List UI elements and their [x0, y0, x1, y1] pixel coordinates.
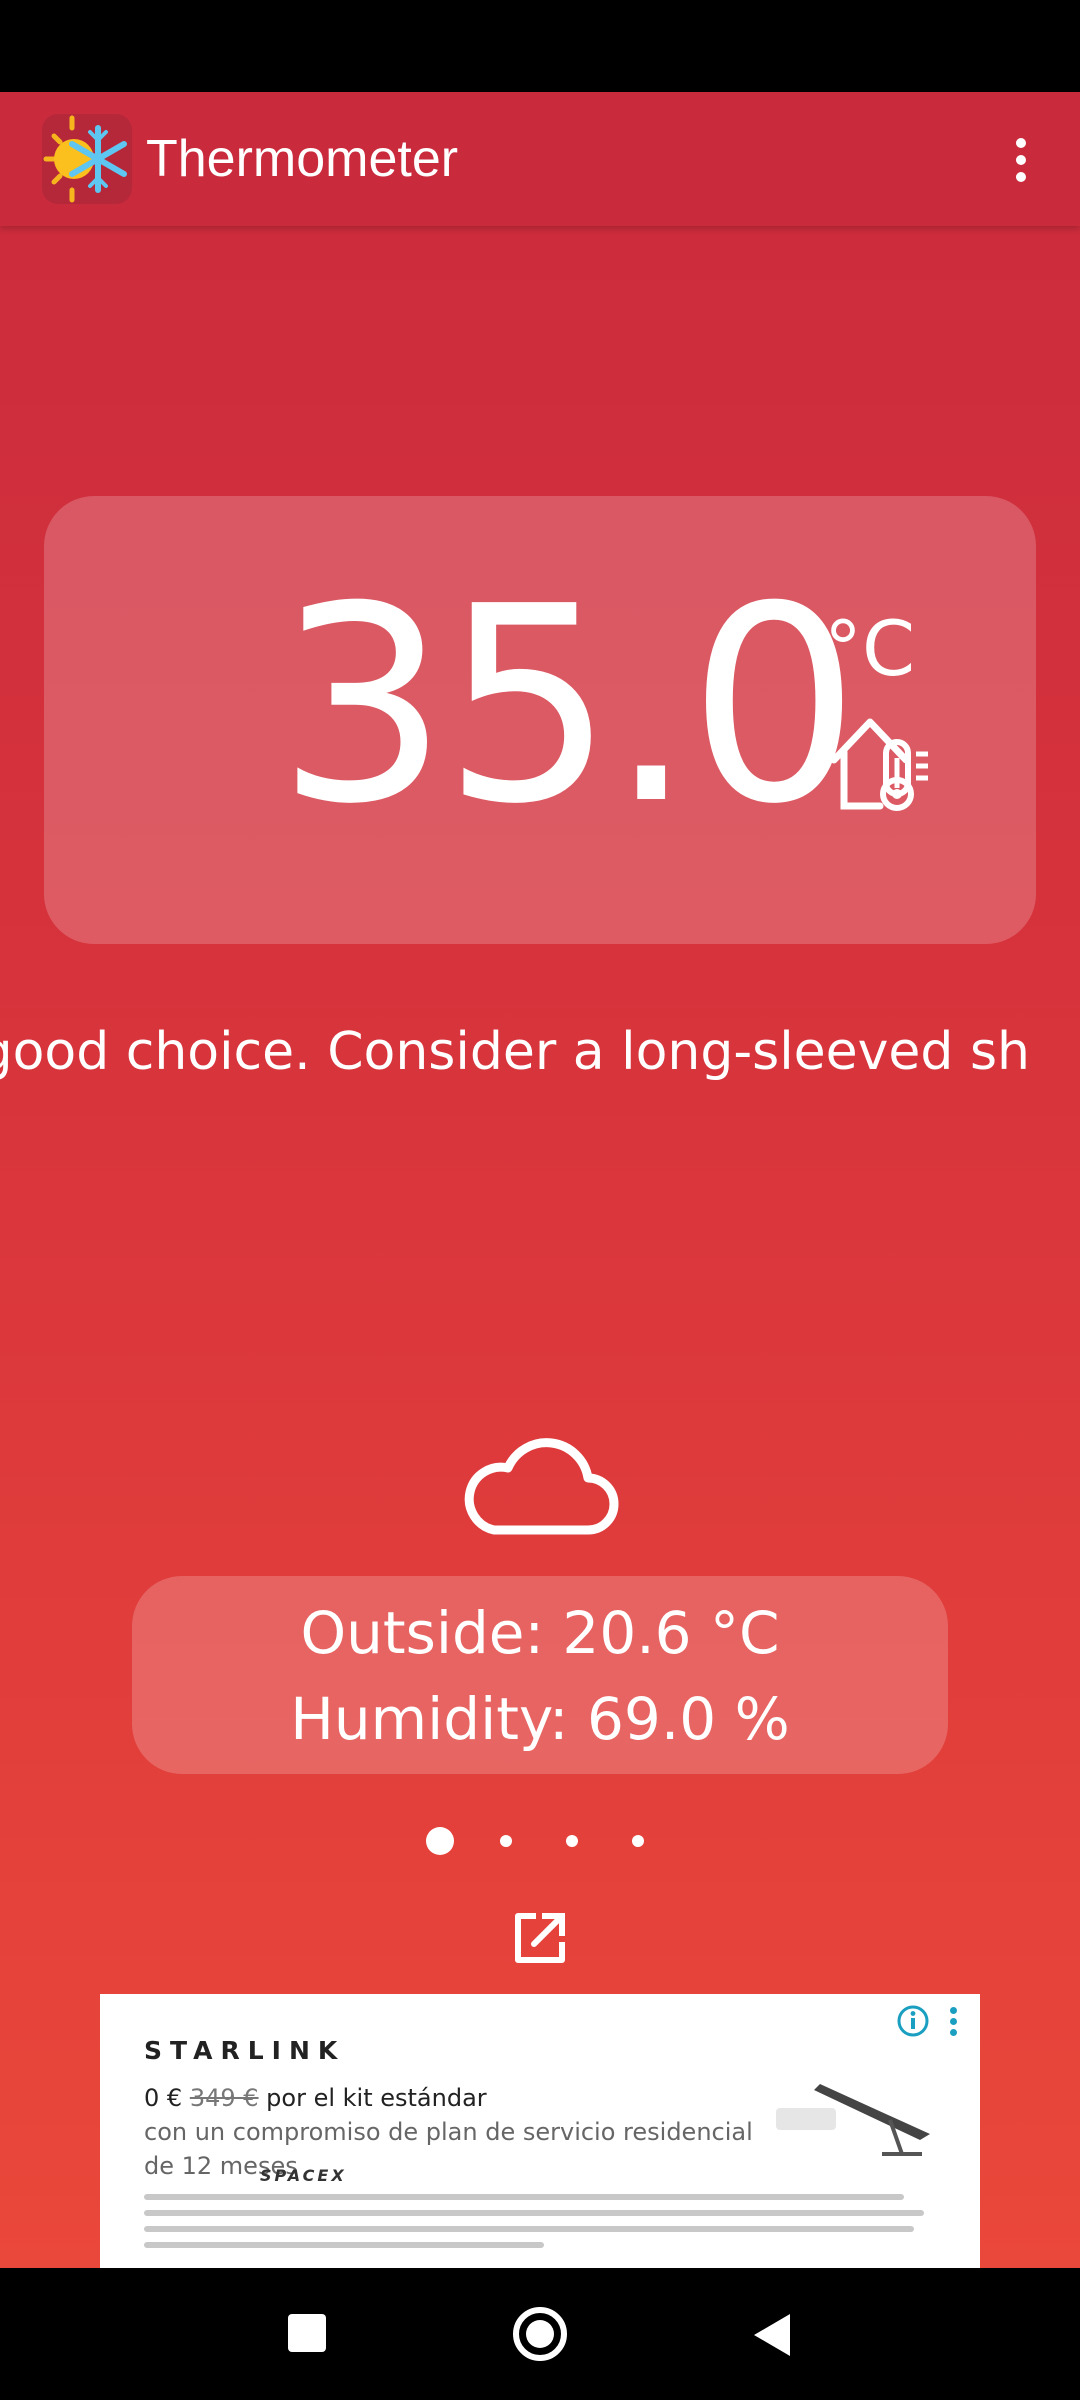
ad-brand: STARLINK — [144, 2036, 346, 2065]
page-dot[interactable] — [500, 1835, 512, 1847]
advice-text: good choice. Consider a long-sleeved sh — [0, 1022, 1030, 1082]
temperature-unit: °C — [824, 604, 916, 693]
status-bar — [0, 0, 1080, 92]
outside-weather-card[interactable]: Outside: 20.6 °C Humidity: 69.0 % — [132, 1576, 948, 1774]
starlink-dish-image — [776, 2084, 930, 2156]
clothing-advice-ticker: good choice. Consider a long-sleeved sh — [0, 1012, 1080, 1092]
app-bar: Thermometer — [0, 92, 1080, 226]
indoor-temperature-card[interactable]: 35.0 °C — [44, 496, 1036, 944]
outside-humidity: Humidity: 69.0 % — [290, 1685, 790, 1753]
ad-banner[interactable]: STARLINK 0 € 349 € por el kit estándar c… — [100, 1994, 980, 2268]
page-dot[interactable] — [566, 1835, 578, 1847]
app-title: Thermometer — [146, 130, 459, 188]
ad-price-old: 349 € — [189, 2084, 259, 2112]
home-icon[interactable] — [512, 2306, 568, 2362]
recent-apps-icon[interactable] — [288, 2314, 326, 2352]
house-thermometer-icon — [830, 718, 928, 811]
spacex-logo: SPACEX — [260, 2166, 347, 2185]
info-icon[interactable] — [896, 2004, 930, 2038]
outside-temperature: Outside: 20.6 °C — [300, 1599, 780, 1667]
ad-fine-print — [144, 2190, 944, 2260]
ad-price-suffix: por el kit estándar — [266, 2084, 487, 2112]
more-vertical-icon — [1016, 138, 1026, 148]
page-dot[interactable] — [632, 1835, 644, 1847]
ad-price: 0 € 349 € por el kit estándar — [144, 2084, 487, 2112]
page-dot-active[interactable] — [426, 1827, 454, 1855]
ad-price-new: 0 € — [144, 2084, 183, 2112]
cloud-icon — [464, 1438, 619, 1535]
indoor-temperature-value: 35.0 — [276, 548, 860, 863]
system-navigation-bar — [0, 2268, 1080, 2400]
ad-subtitle: con un compromiso de plan de servicio re… — [144, 2118, 753, 2146]
open-in-new-icon[interactable] — [512, 1910, 568, 1966]
menu-dot — [1016, 172, 1026, 182]
menu-dot — [1016, 155, 1026, 165]
overflow-menu-button[interactable] — [990, 120, 1050, 200]
back-icon[interactable] — [752, 2312, 792, 2358]
sun-snowflake-icon — [42, 114, 132, 204]
more-vertical-icon[interactable] — [946, 2004, 960, 2038]
page-indicator — [0, 1826, 1080, 1856]
